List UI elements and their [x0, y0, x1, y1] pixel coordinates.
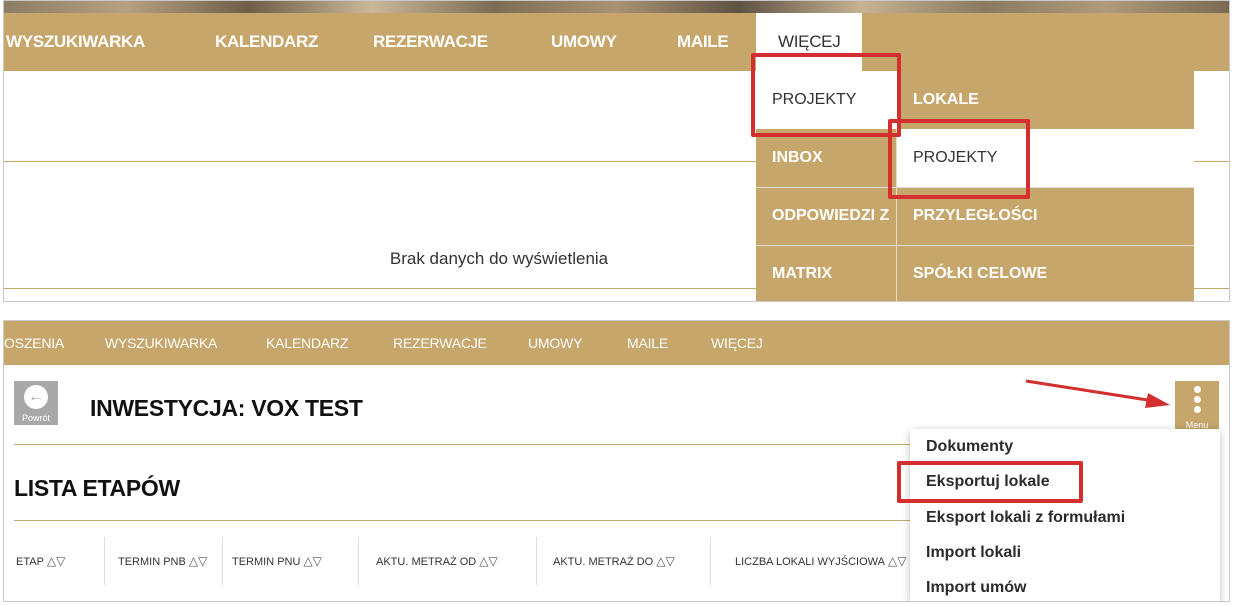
column-header-etap[interactable]: ETAP △▽ [16, 537, 65, 585]
sort-arrows-icon[interactable]: △▽ [656, 554, 674, 568]
nav-rezerwacje[interactable]: REZERWACJE [373, 13, 488, 71]
top-screenshot: WYSZUKIWARKA KALENDARZ REZERWACJE UMOWY … [3, 0, 1230, 302]
more-vertical-icon [1194, 396, 1201, 403]
column-header-metraz-do[interactable]: AKTU. METRAŻ DO △▽ [553, 537, 675, 585]
table-header: ETAP △▽ TERMIN PNB △▽ TERMIN PNU △▽ AKTU. M… [14, 537, 934, 585]
back-button-label: Powrót [21, 413, 50, 423]
back-button[interactable]: ← Powrót [14, 381, 58, 425]
more-vertical-icon [1194, 386, 1201, 393]
column-header-termin-pnu[interactable]: TERMIN PNU △▽ [232, 537, 322, 585]
context-menu: Dokumenty Eksportuj lokale Eksport lokal… [910, 429, 1220, 601]
dropdown-item-odpowiedzi[interactable]: ODPOWIEDZI Z [756, 187, 896, 245]
main-nav: WYSZUKIWARKA KALENDARZ REZERWACJE UMOWY … [4, 13, 1229, 71]
column-header-metraz-od[interactable]: AKTU. METRAŻ OD △▽ [376, 537, 498, 585]
menu-item-import-lokali[interactable]: Import lokali [926, 544, 1021, 562]
dropdown-row-divider [756, 245, 1194, 246]
column-divider [104, 537, 105, 585]
menu-item-import-umow[interactable]: Import umów [926, 579, 1026, 597]
sort-arrows-icon[interactable]: △▽ [189, 554, 207, 568]
column-header-termin-pnb[interactable]: TERMIN PNB △▽ [118, 537, 207, 585]
nav-kalendarz[interactable]: KALENDARZ [266, 321, 348, 365]
dropdown-item-inbox[interactable]: INBOX [756, 129, 896, 187]
nav-umowy[interactable]: UMOWY [551, 13, 617, 71]
column-divider [710, 537, 711, 585]
bottom-screenshot: OSZENIA WYSZUKIWARKA KALENDARZ REZERWACJ… [3, 320, 1230, 602]
menu-button[interactable]: Menu [1175, 381, 1219, 431]
annotation-arrow-icon [1025, 379, 1170, 408]
nav-wyszukiwarka[interactable]: WYSZUKIWARKA [105, 321, 217, 365]
nav-rezerwacje[interactable]: REZERWACJE [393, 321, 487, 365]
nav-ogloszenia[interactable]: OSZENIA [4, 321, 64, 365]
highlight-box [751, 53, 901, 137]
nav-wyszukiwarka[interactable]: WYSZUKIWARKA [6, 13, 145, 71]
menu-item-eksport-z-formulami[interactable]: Eksport lokali z formułami [926, 509, 1125, 527]
sort-arrows-icon[interactable]: △▽ [303, 554, 321, 568]
arrow-left-icon: ← [24, 385, 48, 409]
highlight-box [897, 461, 1083, 503]
nav-umowy[interactable]: UMOWY [528, 321, 582, 365]
sort-arrows-icon[interactable]: △▽ [47, 554, 65, 568]
column-divider [536, 537, 537, 585]
more-vertical-icon [1194, 406, 1201, 413]
sort-arrows-icon[interactable]: △▽ [888, 554, 906, 568]
header-photo-strip [4, 1, 1229, 13]
column-divider [222, 537, 223, 585]
menu-item-dokumenty[interactable]: Dokumenty [926, 438, 1013, 456]
column-header-liczba-lokali[interactable]: LICZBA LOKALI WYJŚCIOWA △▽ [735, 537, 906, 585]
main-nav: OSZENIA WYSZUKIWARKA KALENDARZ REZERWACJ… [4, 321, 1229, 365]
column-divider [358, 537, 359, 585]
section-title: LISTA ETAPÓW [14, 475, 180, 501]
dropdown-item-spolki-celowe[interactable]: SPÓŁKI CELOWE [897, 245, 1194, 301]
nav-kalendarz[interactable]: KALENDARZ [215, 13, 318, 71]
sort-arrows-icon[interactable]: △▽ [479, 554, 497, 568]
page-title: INWESTYCJA: VOX TEST [90, 395, 363, 421]
dropdown-item-matrix[interactable]: MATRIX [756, 245, 896, 301]
nav-maile[interactable]: MAILE [627, 321, 668, 365]
nav-maile[interactable]: MAILE [677, 13, 729, 71]
nav-wiecej[interactable]: WIĘCEJ [711, 321, 763, 365]
highlight-box [888, 119, 1030, 199]
